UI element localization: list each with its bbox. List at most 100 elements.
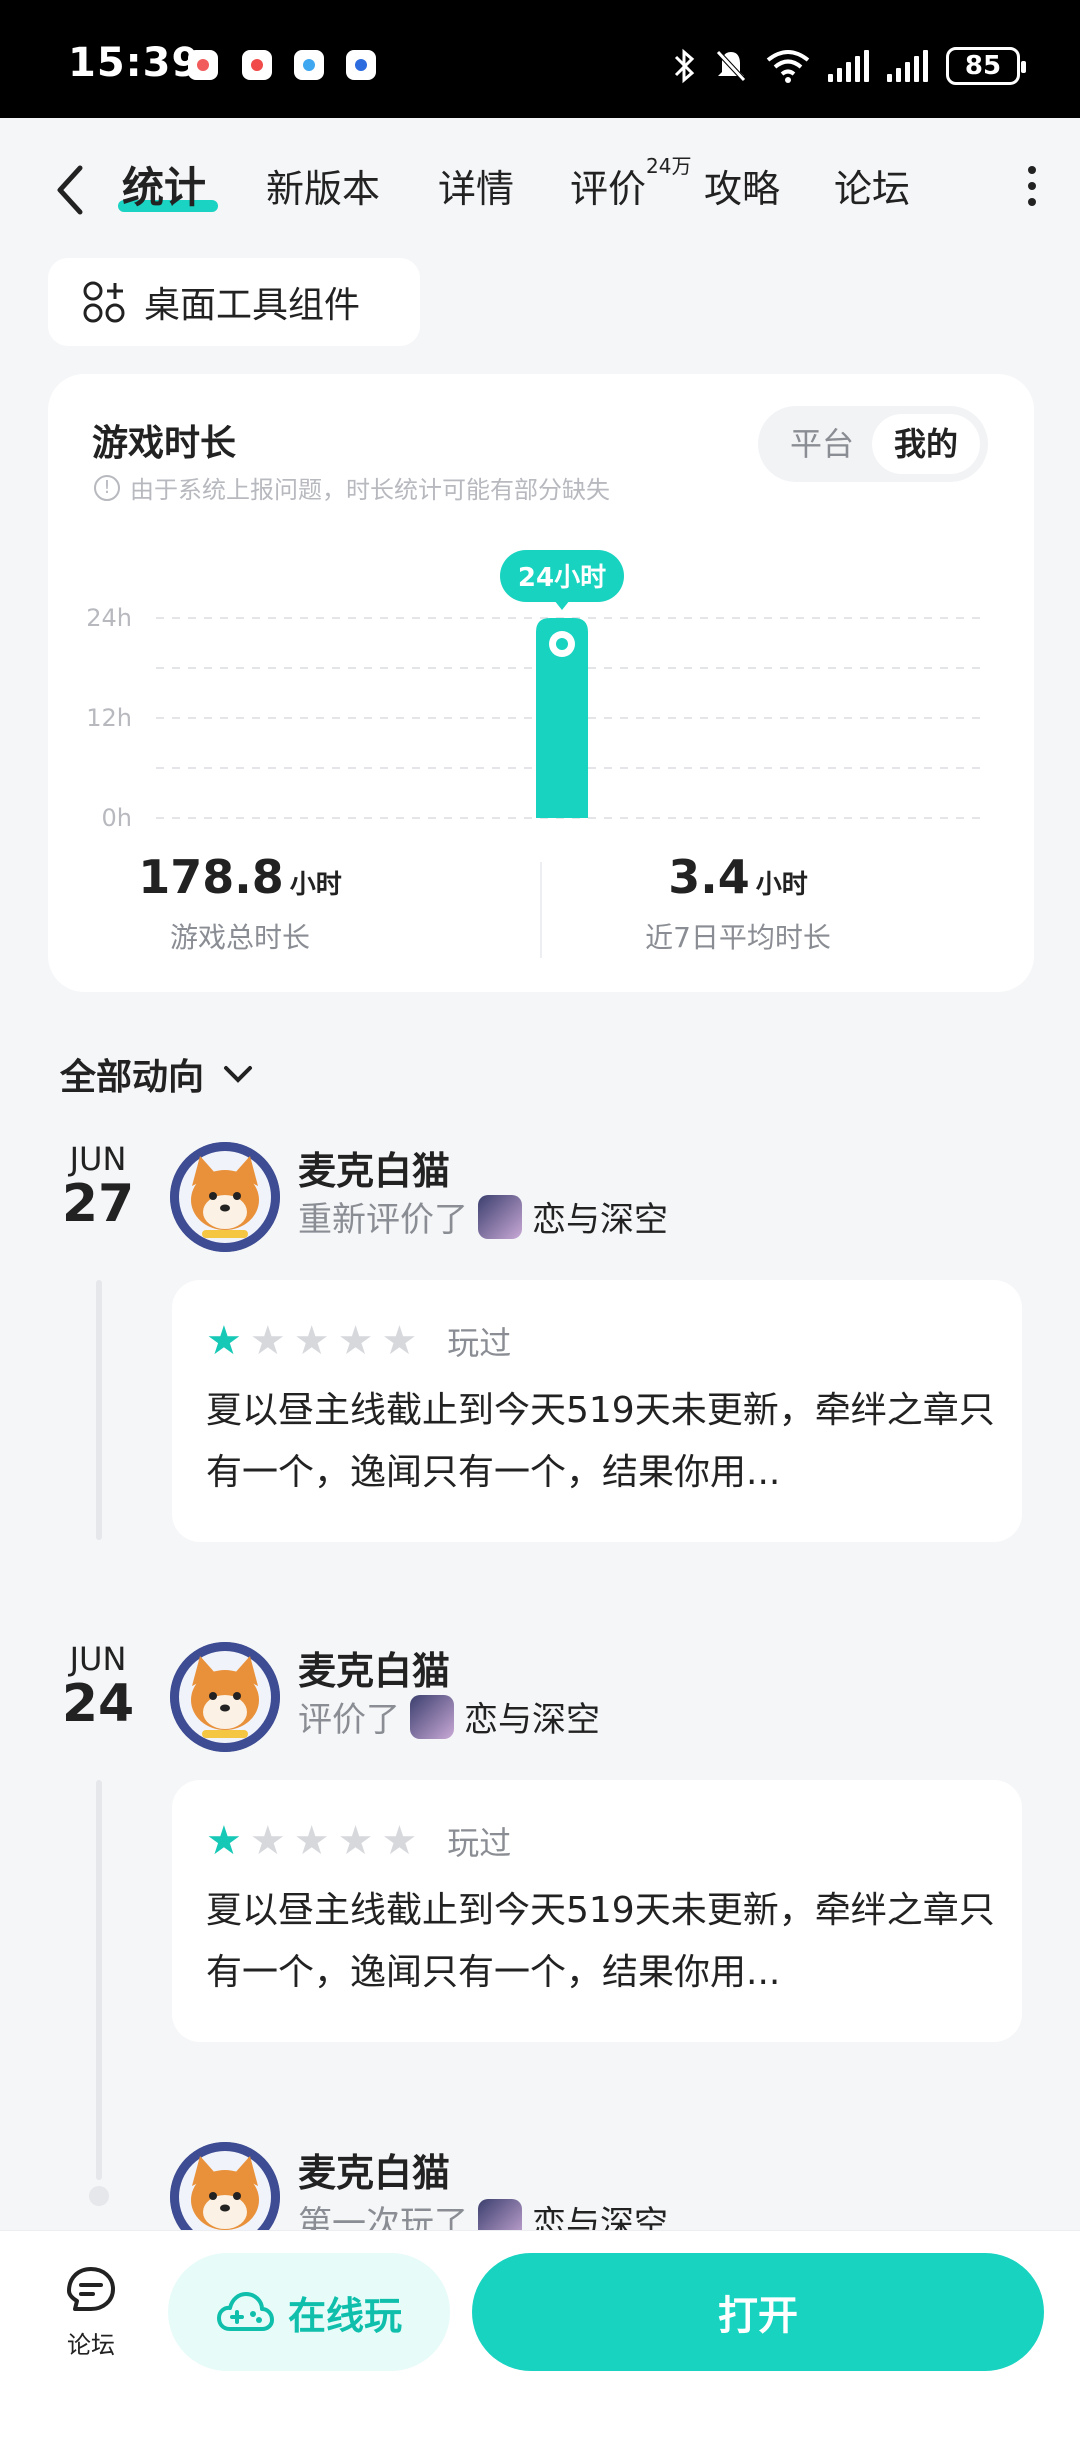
- review-card[interactable]: ★ ★ ★ ★ ★ 玩过 夏以昼主线截止到今天519天未更新，牵绊之章只有一个，…: [172, 1280, 1022, 1542]
- star-icon: ★: [337, 1318, 374, 1364]
- star-icon: ★: [206, 1818, 242, 1864]
- feed-user-name[interactable]: 麦克白猫: [298, 1140, 450, 1195]
- playtime-card: 游戏时长 ! 由于系统上报问题，时长统计可能有部分缺失 平台 我的 24h 12h…: [48, 374, 1034, 992]
- desktop-widget-button[interactable]: 桌面工具组件: [48, 258, 420, 346]
- forum-label: 论坛: [67, 2331, 115, 2359]
- feed-date-day: 24: [61, 1674, 135, 1734]
- signal-icon: [828, 50, 869, 82]
- total-playtime-label: 游戏总时长: [169, 921, 310, 954]
- notification-icon: [346, 50, 376, 80]
- review-text: 夏以昼主线截止到今天519天未更新，牵绊之章只有一个，逸闻只有一个，结果你用..…: [206, 1890, 995, 1993]
- tab-new-version[interactable]: 新版本: [266, 158, 380, 213]
- toggle-mine[interactable]: 我的: [872, 414, 980, 474]
- tab-reviews[interactable]: 评价: [570, 158, 646, 213]
- playtime-note-text: 由于系统上报问题，时长统计可能有部分缺失: [130, 476, 610, 504]
- tab-guides[interactable]: 攻略: [704, 158, 780, 213]
- star-icon: ★: [293, 1318, 330, 1364]
- tab-details[interactable]: 详情: [438, 158, 514, 213]
- toggle-platform[interactable]: 平台: [768, 414, 876, 474]
- avatar[interactable]: [170, 1642, 280, 1752]
- play-online-button[interactable]: 在线玩: [168, 2253, 450, 2371]
- avatar[interactable]: [170, 1142, 280, 1252]
- y-tick-label: 24h: [86, 604, 132, 632]
- open-game-button[interactable]: 打开: [472, 2253, 1044, 2371]
- tab-bar: 统计 新版本 详情 评价 24万 攻略 论坛: [0, 118, 1080, 258]
- notification-icon: [294, 50, 324, 80]
- gamepad-cloud-icon: [216, 2292, 274, 2331]
- playtime-title: 游戏时长: [92, 423, 237, 464]
- signal-icon: [887, 50, 928, 82]
- reviews-count-badge: 24万: [646, 154, 692, 178]
- tab-stats[interactable]: 统计: [122, 154, 206, 215]
- forum-button[interactable]: 论坛: [46, 2263, 136, 2360]
- playtime-chart: 24h12h0h7/97/107/117/1224小时7/137/147/15: [86, 550, 988, 832]
- feed-game-name[interactable]: 恋与深空: [532, 1192, 668, 1241]
- feed-action: 重新评价了 恋与深空: [298, 1192, 668, 1241]
- feed-action-verb: 重新评价了: [298, 1200, 468, 1240]
- feed-filter-dropdown[interactable]: 全部动向: [60, 1048, 256, 1100]
- forum-chat-icon: [67, 2267, 115, 2311]
- star-icon: ★: [293, 1818, 330, 1864]
- shiba-avatar-icon: [170, 1142, 280, 1252]
- game-thumbnail[interactable]: [410, 1694, 454, 1739]
- feed-user-name[interactable]: 麦克白猫: [298, 2142, 450, 2197]
- feed-game-name[interactable]: 恋与深空: [464, 1692, 600, 1741]
- status-bar: 15:39 85: [0, 0, 1080, 118]
- shiba-avatar-icon: [170, 1642, 280, 1752]
- feed-date-month: JUN: [69, 1640, 127, 1678]
- feed-filter-label: 全部动向: [60, 1057, 205, 1098]
- tab-forum[interactable]: 论坛: [834, 158, 910, 213]
- bluetooth-icon: [674, 48, 695, 84]
- average-playtime-value: 3.4: [668, 850, 750, 904]
- star-icon: ★: [249, 1818, 286, 1864]
- bar-value-label: 24小时: [518, 563, 606, 593]
- star-icon: ★: [337, 1818, 374, 1864]
- notification-icon: [188, 50, 218, 80]
- source-toggle: 平台 我的: [758, 406, 988, 482]
- more-options-icon[interactable]: [1022, 166, 1042, 216]
- star-rating: ★ ★ ★ ★ ★ 玩过: [206, 1318, 511, 1364]
- feed-user-name[interactable]: 麦克白猫: [298, 1640, 450, 1695]
- tooltip-pointer: [554, 600, 570, 610]
- review-card[interactable]: ★ ★ ★ ★ ★ 玩过 夏以昼主线截止到今天519天未更新，牵绊之章只有一个，…: [172, 1780, 1022, 2042]
- info-icon: !: [94, 474, 120, 501]
- play-status: 玩过: [447, 1824, 512, 1862]
- timeline-line: [96, 1780, 102, 2180]
- star-icon: ★: [206, 1318, 242, 1364]
- feed-date-month: JUN: [69, 1140, 127, 1178]
- chevron-down-icon: [224, 1066, 253, 1083]
- battery-indicator: 85: [946, 47, 1026, 85]
- star-rating: ★ ★ ★ ★ ★ 玩过: [206, 1818, 511, 1864]
- total-playtime-value: 178.8: [138, 850, 284, 904]
- mute-icon: [716, 50, 746, 82]
- feed-date: JUN 24: [48, 1640, 148, 1730]
- average-playtime: 3.4 小时 近7日平均时长: [538, 850, 938, 956]
- y-tick-label: 0h: [102, 804, 132, 832]
- feed-action: 评价了 恋与深空: [298, 1692, 600, 1741]
- playtime-note: ! 由于系统上报问题，时长统计可能有部分缺失: [94, 470, 610, 505]
- average-playtime-label: 近7日平均时长: [645, 921, 831, 954]
- timeline-line: [96, 1280, 102, 1540]
- feed-action-verb: 评价了: [298, 1700, 400, 1740]
- star-icon: ★: [381, 1318, 418, 1364]
- back-arrow-icon[interactable]: [48, 160, 98, 220]
- star-icon: ★: [381, 1818, 418, 1864]
- star-icon: ★: [249, 1318, 286, 1364]
- y-tick-label: 12h: [86, 704, 132, 732]
- feed-date-day: 27: [61, 1174, 135, 1234]
- timeline-dot: [89, 2186, 109, 2206]
- review-text: 夏以昼主线截止到今天519天未更新，牵绊之章只有一个，逸闻只有一个，结果你用..…: [206, 1390, 995, 1493]
- play-status: 玩过: [447, 1324, 512, 1362]
- bottom-action-bar: 论坛 在线玩 打开: [0, 2230, 1080, 2438]
- wifi-icon: [766, 50, 810, 83]
- bar-marker-dot: [556, 638, 568, 650]
- game-thumbnail[interactable]: [478, 1194, 522, 1239]
- play-online-label: 在线玩: [287, 2293, 402, 2338]
- average-playtime-unit: 小时: [755, 870, 808, 900]
- status-time: 15:39: [68, 40, 201, 86]
- desktop-widget-label: 桌面工具组件: [144, 285, 361, 326]
- feed-date: JUN 27: [48, 1140, 148, 1230]
- notification-icon: [242, 50, 272, 80]
- total-playtime-unit: 小时: [289, 870, 342, 900]
- total-playtime: 178.8 小时 游戏总时长: [40, 850, 440, 956]
